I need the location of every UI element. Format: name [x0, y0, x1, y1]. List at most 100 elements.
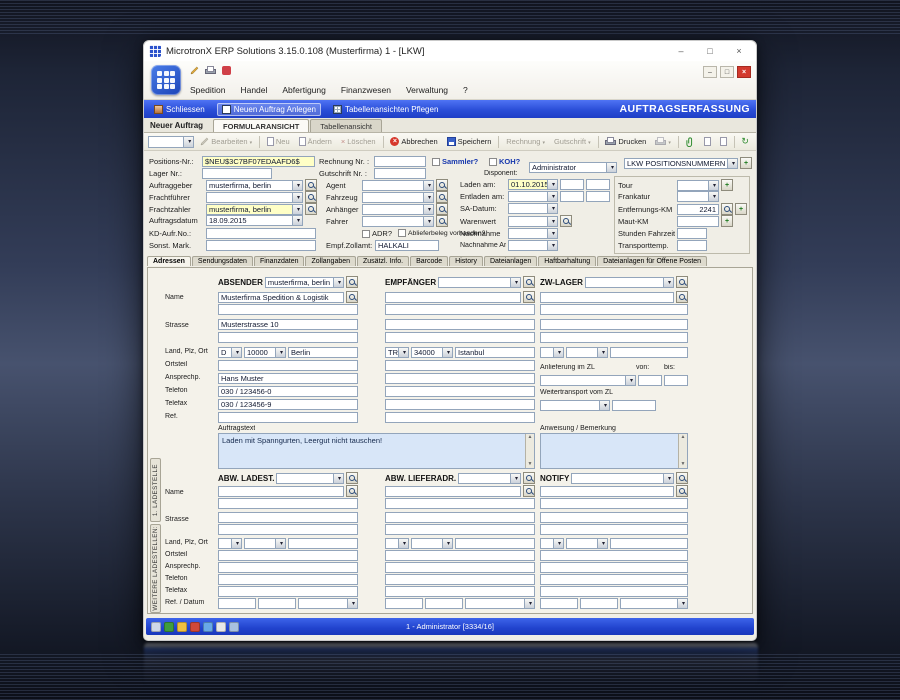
notify-strasse2-field[interactable]	[540, 524, 688, 535]
notify-plz-select[interactable]	[566, 538, 608, 549]
close-button[interactable]: ×	[727, 44, 751, 59]
entfernungs-km-field[interactable]: 2241	[677, 203, 719, 215]
menu-spedition[interactable]: Spedition	[190, 85, 225, 95]
abw-ladest-select[interactable]	[276, 472, 344, 484]
neu-button[interactable]: Neu	[264, 136, 293, 147]
sonst-mark-field[interactable]	[206, 240, 316, 251]
fahrzeug-lookup-button[interactable]	[436, 191, 448, 203]
menu-handel[interactable]: Handel	[240, 85, 267, 95]
lager-nr-field[interactable]	[202, 168, 272, 179]
tab-sendungsdaten[interactable]: Sendungsdaten	[191, 256, 253, 266]
laden-am-select[interactable]: 01.10.2015	[508, 179, 558, 190]
tab-barcode[interactable]: Barcode	[410, 256, 449, 266]
entfernungs-km-route-button[interactable]	[735, 203, 747, 215]
gutschrift-nr-field[interactable]	[374, 168, 426, 179]
warenwert-lookup-button[interactable]	[560, 215, 572, 227]
empfaenger-select[interactable]	[438, 276, 521, 288]
empfaenger-lookup-button[interactable]	[523, 276, 535, 288]
bearbeiten-button[interactable]: Bearbeiten	[197, 136, 255, 147]
empfaenger-ref-field[interactable]	[385, 412, 535, 423]
empfaenger-ansprechpartner-field[interactable]	[385, 373, 535, 384]
empfaenger-name2-field[interactable]	[385, 304, 535, 315]
positionsnummern-edit-button[interactable]	[740, 157, 752, 169]
loeschen-button[interactable]: × Löschen	[338, 136, 379, 147]
tab-erste-ladestelle[interactable]: 1. LADESTELLE	[150, 458, 161, 522]
absender-ortsteil-field[interactable]	[218, 360, 358, 371]
notify-name-lookup-button[interactable]	[676, 485, 688, 497]
abw-lieferadr-ortsteil-field[interactable]	[385, 550, 535, 561]
document-copy-button[interactable]	[717, 136, 730, 147]
notify-ortsteil-field[interactable]	[540, 550, 688, 561]
ribbon-restore-button[interactable]: □	[720, 66, 734, 78]
empfaenger-plz-select[interactable]: 34000	[411, 347, 453, 358]
anweisung-textarea[interactable]: ▲ ▼	[540, 433, 688, 469]
refresh-button[interactable]: ↻	[738, 135, 752, 148]
ribbon-close-button[interactable]: ×	[737, 66, 751, 78]
koh-checkbox[interactable]	[489, 157, 497, 166]
notify-ref-field[interactable]	[540, 598, 578, 609]
maximize-button[interactable]: □	[698, 44, 722, 59]
auftraggeber-lookup-button[interactable]	[305, 179, 317, 191]
document-list-button[interactable]	[701, 136, 714, 147]
auftragstext-textarea[interactable]: Laden mit Spanngurten, Leergut nicht tau…	[218, 433, 535, 469]
abw-ladest-name-lookup-button[interactable]	[346, 485, 358, 497]
absender-land-select[interactable]: D	[218, 347, 242, 358]
zwlager-name1-field[interactable]	[540, 291, 674, 303]
adr-checkbox[interactable]	[362, 229, 370, 238]
warenwert-field[interactable]	[508, 215, 558, 227]
menu-abfertigung[interactable]: Abfertigung	[282, 85, 325, 95]
absender-ansprechpartner-field[interactable]: Hans Muster	[218, 373, 358, 384]
notify-name1-field[interactable]	[540, 485, 674, 497]
frachtfuehrer-lookup-button[interactable]	[305, 191, 317, 203]
anlieferung-von-field[interactable]	[638, 375, 662, 386]
frachtfuehrer-select[interactable]	[206, 191, 303, 203]
abw-lieferadr-telefax-field[interactable]	[385, 586, 535, 597]
notify-telefon-field[interactable]	[540, 574, 688, 585]
ablieferbeleg-checkbox[interactable]	[398, 229, 406, 237]
menu-finanzwesen[interactable]: Finanzwesen	[341, 85, 391, 95]
tag-icon[interactable]	[222, 66, 231, 75]
empfaenger-ortsteil-field[interactable]	[385, 360, 535, 371]
zollamt-field[interactable]: HALKALI	[375, 240, 439, 251]
notify-ansprechpartner-field[interactable]	[540, 562, 688, 573]
abw-lieferadr-name-lookup-button[interactable]	[523, 485, 535, 497]
abbrechen-button[interactable]: × Abbrechen	[387, 136, 440, 147]
anlieferung-bis-field[interactable]	[664, 375, 688, 386]
abw-ladest-strasse-field[interactable]	[218, 512, 358, 523]
abw-ladest-ansprechpartner-field[interactable]	[218, 562, 358, 573]
abw-lieferadr-ansprechpartner-field[interactable]	[385, 562, 535, 573]
empfaenger-telefax-field[interactable]	[385, 399, 535, 410]
tab-weitere-ladestellen[interactable]: WEITERE LADESTELLEN:	[150, 524, 161, 613]
fahrer-lookup-button[interactable]	[436, 215, 448, 227]
record-select[interactable]	[148, 135, 195, 148]
pencil-icon[interactable]	[190, 66, 199, 75]
auftraggeber-select[interactable]: musterfirma, berlin	[206, 179, 303, 191]
absender-strasse2-field[interactable]	[218, 332, 358, 343]
zwlager-name-lookup-button[interactable]	[676, 291, 688, 303]
ribbon-minimize-button[interactable]: –	[703, 66, 717, 78]
abw-ladest-ref-select[interactable]	[298, 598, 358, 609]
abw-ladest-telefax-field[interactable]	[218, 586, 358, 597]
abw-lieferadr-select[interactable]	[458, 472, 521, 484]
printer-icon[interactable]	[205, 66, 216, 75]
abw-lieferadr-ort-field[interactable]	[455, 538, 535, 549]
fahrer-select[interactable]	[362, 215, 434, 227]
abw-lieferadr-strasse-field[interactable]	[385, 512, 535, 523]
notify-strasse-field[interactable]	[540, 512, 688, 523]
tab-history[interactable]: History	[449, 256, 483, 266]
notify-datum-field[interactable]	[580, 598, 618, 609]
menu-help[interactable]: ?	[463, 85, 468, 95]
abw-ladest-plz-select[interactable]	[244, 538, 286, 549]
notify-select[interactable]	[571, 472, 674, 484]
weitertransport-field[interactable]	[612, 400, 656, 411]
anweisung-scrollbar[interactable]: ▲ ▼	[678, 434, 687, 468]
empfaenger-telefon-field[interactable]	[385, 386, 535, 397]
attachment-button[interactable]	[683, 136, 698, 148]
maut-km-field[interactable]	[677, 215, 719, 227]
absender-ref-field[interactable]	[218, 412, 358, 423]
positionsnummern-select[interactable]: LKW POSITIONSNUMMERN	[624, 157, 738, 169]
abw-ladest-land-select[interactable]	[218, 538, 242, 549]
absender-telefax-field[interactable]: 030 / 123456-9	[218, 399, 358, 410]
zwlager-land-select[interactable]	[540, 347, 564, 358]
neuen-auftrag-anlegen-button[interactable]: Neuen Auftrag Anlegen	[216, 102, 321, 116]
